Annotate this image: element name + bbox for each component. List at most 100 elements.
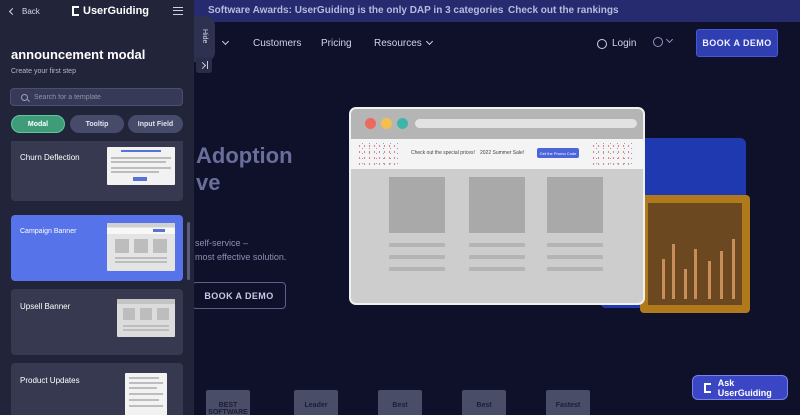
template-card-label: Churn Deflection [20,153,80,162]
thumbnail-line [129,387,157,389]
placeholder-line [547,243,603,247]
thumbnail-line [111,161,166,163]
thumbnail-tile [157,308,169,320]
award-badge: BEST SOFTWARE [206,390,250,415]
collapse-sidebar-icon[interactable] [196,57,212,73]
thumbnail-line [107,223,175,227]
nav-resources[interactable]: Resources [374,37,433,49]
thumbnail-line [129,393,163,395]
chart-bar [732,239,735,299]
chart-bar [672,244,675,299]
placeholder-line [389,243,445,247]
thumbnail-line [123,325,169,327]
filter-tooltip[interactable]: Tooltip [70,115,124,133]
template-card-product-updates[interactable]: Product Updates [11,363,183,415]
hero-subtitle: self-service – most effective solution. [195,236,286,264]
thumbnail-line [117,299,175,304]
placeholder-line [547,255,603,259]
thumbnail-line [111,157,171,159]
maximize-dot-icon [397,118,408,129]
address-bar [415,119,637,128]
ask-userguiding-button[interactable]: Ask UserGuiding [692,375,788,400]
template-list: Churn Deflection Campaign Banner Upsell … [11,141,183,415]
confetti-decoration [591,143,633,165]
filter-modal[interactable]: Modal [11,115,65,133]
sidebar-subtitle: Create your first step [11,68,76,75]
hero-subtitle-line2: most effective solution. [195,252,287,262]
back-button[interactable]: Back [8,7,40,16]
sidebar-title: announcement modal [11,47,146,62]
thumbnail-line [129,377,159,379]
template-list-scrollbar[interactable] [187,222,190,280]
template-thumbnail [125,373,167,415]
template-card-label: Product Updates [20,376,80,385]
thumbnail-tile [134,239,148,253]
template-card-campaign-banner[interactable]: Campaign Banner [11,215,183,281]
chevron-down-icon [221,37,230,46]
campaign-banner-preview: Check out the special prices! 2022 Summe… [349,107,645,305]
userguiding-logo-icon [72,6,79,16]
template-card-label: Campaign Banner [20,228,77,235]
template-thumbnail [107,147,175,185]
award-badge: Fastest [546,390,590,415]
thumbnail-tile [140,308,152,320]
thumbnail-tile [153,239,167,253]
chart-bar [662,259,665,299]
login-label: Login [612,38,637,49]
placeholder-line [469,255,525,259]
award-badge: Leader [294,390,338,415]
hero-illustration-chart [640,195,750,313]
hamburger-menu-icon[interactable] [173,7,183,15]
thumbnail-line [129,405,163,407]
minimize-dot-icon [381,118,392,129]
close-dot-icon [365,118,376,129]
hide-label: Hide [201,29,208,44]
chart-bar [720,251,723,299]
placeholder-tile [469,177,525,233]
ask-label: Ask UserGuiding [717,377,772,398]
hero-subtitle-line1: self-service – [195,238,249,248]
hero-title-line2: ve [196,170,221,195]
nav-login[interactable]: Login [597,38,636,49]
thumbnail-line [115,261,167,263]
template-sidebar: Back UserGuiding announcement modal Crea… [0,0,194,415]
hero-book-demo-button[interactable]: BOOK A DEMO [192,282,286,309]
thumbnail-tile [115,239,129,253]
filter-input-field[interactable]: Input Field [128,115,183,133]
award-badge: Best [378,390,422,415]
chart-bar [708,261,711,299]
globe-icon[interactable] [653,37,663,47]
announcement-text: Software Awards: UserGuiding is the only… [208,5,504,16]
placeholder-line [389,255,445,259]
browser-chrome [351,109,643,139]
nav-pricing[interactable]: Pricing [321,38,352,49]
thumbnail-line [129,382,163,384]
award-badge: Best [462,390,506,415]
preview-banner-text: Check out the special prices! [411,150,475,156]
nav-book-demo-button[interactable]: BOOK A DEMO [696,29,778,57]
thumbnail-button [153,229,165,232]
back-label: Back [22,7,40,16]
thumbnail-line [115,257,167,259]
thumbnail-button [133,177,147,181]
template-thumbnail [107,223,175,271]
thumbnail-line [121,150,161,152]
nav-customers[interactable]: Customers [253,38,301,49]
chart-bar [684,269,687,299]
thumbnail-tile [123,308,135,320]
template-card-upsell-banner[interactable]: Upsell Banner [11,289,183,355]
search-icon [21,93,28,101]
announcement-link[interactable]: Check out the rankings [508,5,619,16]
thumbnail-line [123,329,169,331]
hide-sidebar-tab[interactable]: Hide [194,16,215,62]
template-thumbnail [117,299,175,337]
placeholder-line [469,243,525,247]
nav-product-chevron[interactable] [218,37,230,49]
template-search[interactable] [10,88,183,106]
userguiding-logo-icon [704,382,711,393]
placeholder-tile [547,177,603,233]
template-search-input[interactable] [34,93,174,101]
placeholder-line [469,267,525,271]
template-card-churn-deflection[interactable]: Churn Deflection [11,141,183,201]
chart-bar [694,249,697,299]
